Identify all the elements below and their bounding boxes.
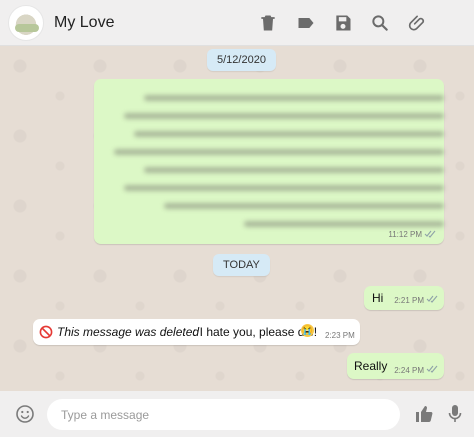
search-icon[interactable] — [370, 13, 390, 33]
attach-icon[interactable] — [408, 13, 428, 33]
message-time: 2:24 PM — [394, 366, 424, 375]
emoji-icon[interactable] — [15, 404, 35, 424]
contact-name[interactable]: My Love — [54, 14, 114, 32]
message-input[interactable] — [47, 399, 400, 430]
read-ticks-icon — [426, 295, 438, 303]
trash-icon[interactable] — [258, 13, 278, 33]
message-text: : I hate you, please die! — [193, 325, 318, 339]
read-ticks-icon — [424, 230, 436, 238]
chat-header: My Love — [0, 0, 474, 46]
chat-window: My Love 5/12/2020 11:12 PM TODAY Hi 2:21… — [0, 0, 474, 437]
message-list[interactable]: 5/12/2020 11:12 PM TODAY Hi 2:21 PM This… — [0, 46, 474, 391]
date-separator-today: TODAY — [213, 254, 270, 276]
message-bubble-out[interactable]: Hi 2:21 PM — [364, 286, 444, 310]
message-time: 11:12 PM — [388, 230, 422, 239]
message-time: 2:23 PM — [325, 331, 355, 340]
label-icon[interactable] — [296, 13, 316, 33]
message-bubble-out[interactable]: Really 2:24 PM — [347, 353, 444, 379]
read-ticks-icon — [426, 365, 438, 373]
date-separator: 5/12/2020 — [207, 49, 276, 71]
message-text: Hi — [372, 291, 384, 305]
blurred-message-bubble[interactable]: 11:12 PM — [94, 79, 444, 244]
message-text: Really — [354, 359, 388, 373]
save-icon[interactable] — [333, 13, 353, 33]
message-bubble-in[interactable]: This message was deleted : I hate you, p… — [33, 319, 360, 345]
message-time: 2:21 PM — [394, 296, 424, 305]
thumbs-up-icon[interactable] — [414, 404, 434, 424]
avatar[interactable] — [8, 5, 44, 41]
microphone-icon[interactable] — [447, 404, 463, 424]
deleted-label: This message was deleted — [57, 325, 200, 339]
deleted-message-icon — [39, 325, 53, 339]
blurred-message-text — [104, 95, 444, 227]
crying-emoji: 😭 — [301, 324, 314, 337]
